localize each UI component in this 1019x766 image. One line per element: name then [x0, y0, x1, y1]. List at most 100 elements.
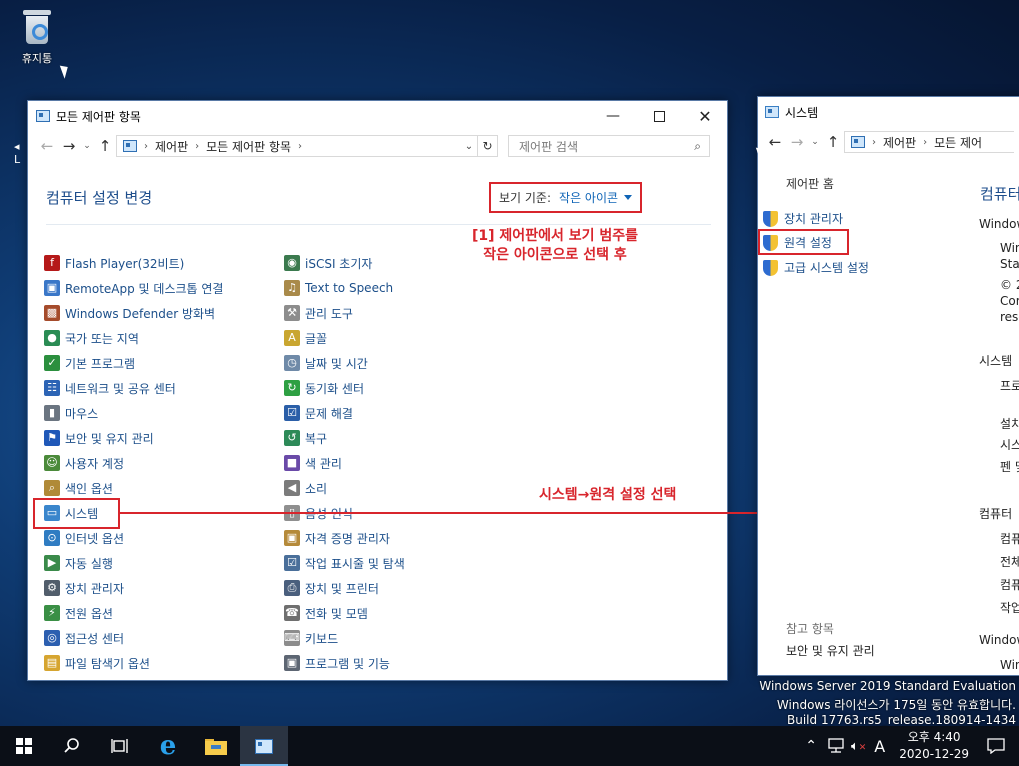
system-titlebar[interactable]: 시스템 [758, 97, 1019, 127]
task-view-icon [111, 739, 128, 753]
control-panel-icon [36, 110, 50, 122]
cp-right-item-8[interactable]: ■ 색 관리 [284, 452, 342, 474]
control-panel-window: 모든 제어판 항목 — ✕ ← → ⌄ ↑ › 제어판 › 모든 제어판 항목 … [27, 100, 728, 681]
cp-right-item-6[interactable]: ☑ 문제 해결 [284, 402, 353, 424]
chevron-up-icon[interactable]: ⌃ [805, 738, 817, 754]
cp-right-item-4[interactable]: ◷ 날짜 및 시간 [284, 352, 368, 374]
credential-icon: ▣ [284, 530, 300, 546]
cp-right-item-16[interactable]: ▣ 프로그램 및 기능 [284, 652, 390, 674]
cp-right-item-7[interactable]: ↺ 복구 [284, 427, 327, 449]
file-explorer-button[interactable] [192, 726, 240, 766]
cp-right-item-label: iSCSI 초기자 [305, 256, 373, 271]
activation-line: Win [1000, 658, 1019, 672]
cp-left-item-9[interactable]: ⌕ 색인 옵션 [44, 477, 113, 499]
control-panel-home-link[interactable]: 제어판 홈 [786, 175, 834, 192]
flag-icon: ⚑ [44, 430, 60, 446]
iscsi-icon: ◉ [284, 255, 300, 271]
cp-left-item-0[interactable]: f Flash Player(32비트) [44, 252, 184, 274]
cp-left-item-6[interactable]: ▮ 마우스 [44, 402, 98, 424]
sound-icon: ◀ [284, 480, 300, 496]
cp-right-item-14[interactable]: ☎ 전화 및 모뎀 [284, 602, 368, 624]
cp-left-item-label: 파일 탐색기 옵션 [65, 656, 150, 671]
system-breadcrumb-control-panel[interactable]: 제어판 [883, 134, 916, 151]
cp-right-item-1[interactable]: ♫ Text to Speech [284, 277, 393, 299]
cp-right-item-5[interactable]: ↻ 동기화 센터 [284, 377, 364, 399]
forward-arrow-icon[interactable]: → [58, 137, 80, 155]
cp-right-item-label: 글꼴 [305, 331, 328, 346]
cp-left-item-10[interactable]: ▭ 시스템 [44, 502, 98, 524]
cp-right-item-2[interactable]: ⚒ 관리 도구 [284, 302, 353, 324]
highlight-remote-settings [758, 229, 849, 255]
speech-icon: ♫ [284, 280, 300, 296]
admin-tools-icon: ⚒ [284, 305, 300, 321]
maximize-button[interactable] [636, 101, 682, 131]
recycle-bin-desktop-icon[interactable]: 휴지통 [10, 8, 64, 66]
cp-right-item-label: 전화 및 모뎀 [305, 606, 368, 621]
cp-left-item-1[interactable]: ▣ RemoteApp 및 데스크톱 연결 [44, 277, 223, 299]
control-panel-taskbar-button[interactable] [240, 726, 288, 766]
breadcrumb-all-items[interactable]: 모든 제어판 항목 [206, 138, 291, 155]
cp-left-item-11[interactable]: ⊙ 인터넷 옵션 [44, 527, 124, 549]
volume-muted-icon[interactable]: 🔈︎✕ [851, 739, 866, 754]
clock[interactable]: 오후 4:40 2020-12-29 [899, 729, 969, 763]
security-maintenance-link[interactable]: 보안 및 유지 관리 [786, 642, 875, 659]
cp-left-item-label: 마우스 [65, 406, 99, 421]
address-bar[interactable]: › 제어판 › 모든 제어판 항목 › ⌄ [116, 135, 478, 157]
folder-icon [205, 739, 227, 755]
cp-right-item-label: 동기화 센터 [305, 381, 365, 396]
address-dropdown-icon[interactable]: ⌄ [461, 141, 477, 152]
system-forward-arrow-icon[interactable]: → [786, 133, 808, 151]
system-back-arrow-icon[interactable]: ← [764, 133, 786, 151]
ime-indicator[interactable]: A [874, 737, 885, 756]
system-tray: ⌃ 🔈︎✕ A 오후 4:40 2020-12-29 [805, 726, 1019, 766]
system-breadcrumb-all[interactable]: 모든 제어 [934, 134, 982, 151]
system-up-arrow-icon[interactable]: ↑ [822, 133, 844, 151]
cp-right-item-11[interactable]: ▣ 자격 증명 관리자 [284, 527, 390, 549]
cp-left-item-4[interactable]: ✓ 기본 프로그램 [44, 352, 135, 374]
troubleshoot-icon: ☑ [284, 405, 300, 421]
cp-left-item-7[interactable]: ⚑ 보안 및 유지 관리 [44, 427, 154, 449]
view-by-value[interactable]: 작은 아이콘 [559, 189, 618, 206]
cp-left-item-label: Windows Defender 방화벽 [65, 306, 216, 321]
start-button[interactable] [0, 726, 48, 766]
advanced-system-settings-link[interactable]: 고급 시스템 설정 [763, 259, 869, 276]
annotation-step1: [1] 제어판에서 보기 범주를 작은 아이콘으로 선택 후 [445, 227, 665, 265]
cp-left-item-13[interactable]: ⚙ 장치 관리자 [44, 577, 124, 599]
cp-left-item-16[interactable]: ▤ 파일 탐색기 옵션 [44, 652, 150, 674]
search-input[interactable]: 제어판 검색 ⌕ [508, 135, 710, 157]
cp-left-item-15[interactable]: ◎ 접근성 센터 [44, 627, 124, 649]
back-arrow-icon[interactable]: ← [36, 137, 58, 155]
view-by-control[interactable]: 보기 기준: 작은 아이콘 [489, 182, 643, 213]
up-arrow-icon[interactable]: ↑ [94, 137, 116, 155]
annotation-connector-line [118, 512, 763, 514]
internet-explorer-button[interactable]: e [144, 726, 192, 766]
breadcrumb-control-panel[interactable]: 제어판 [155, 138, 188, 155]
system-recent-dropdown-icon[interactable]: ⌄ [808, 137, 822, 147]
device-manager-link[interactable]: 장치 관리자 [763, 210, 843, 227]
notification-icon[interactable] [987, 738, 1005, 754]
address-row: ← → ⌄ ↑ › 제어판 › 모든 제어판 항목 › ⌄ ↻ 제어판 검색 ⌕ [28, 131, 727, 161]
cp-left-item-2[interactable]: ▩ Windows Defender 방화벽 [44, 302, 215, 324]
system-address-bar[interactable]: › 제어판 › 모든 제어 [844, 131, 1014, 153]
close-button[interactable]: ✕ [682, 101, 727, 131]
cp-left-item-5[interactable]: ☷ 네트워크 및 공유 센터 [44, 377, 176, 399]
cp-right-item-label: 문제 해결 [305, 406, 353, 421]
refresh-button[interactable]: ↻ [478, 135, 498, 157]
network-icon[interactable] [827, 738, 845, 754]
cp-right-item-3[interactable]: A 글꼴 [284, 327, 327, 349]
cp-right-item-13[interactable]: ⎙ 장치 및 프린터 [284, 577, 379, 599]
task-view-button[interactable] [96, 726, 144, 766]
minimize-button[interactable]: — [590, 101, 636, 131]
cp-right-item-15[interactable]: ⌨ 키보드 [284, 627, 338, 649]
cp-left-item-12[interactable]: ▶ 자동 실행 [44, 552, 113, 574]
network-icon: ☷ [44, 380, 60, 396]
cp-right-item-12[interactable]: ☑ 작업 표시줄 및 탐색 [284, 552, 405, 574]
search-taskbar-button[interactable] [48, 726, 96, 766]
cp-left-item-8[interactable]: ☺ 사용자 계정 [44, 452, 124, 474]
cp-left-item-3[interactable]: ● 국가 또는 지역 [44, 327, 139, 349]
cp-right-item-9[interactable]: ◀ 소리 [284, 477, 327, 499]
cp-left-item-14[interactable]: ⚡ 전원 옵션 [44, 602, 113, 624]
recent-dropdown-icon[interactable]: ⌄ [80, 141, 94, 151]
cp-left-item-label: 접근성 센터 [65, 631, 125, 646]
cp-right-item-0[interactable]: ◉ iSCSI 초기자 [284, 252, 372, 274]
